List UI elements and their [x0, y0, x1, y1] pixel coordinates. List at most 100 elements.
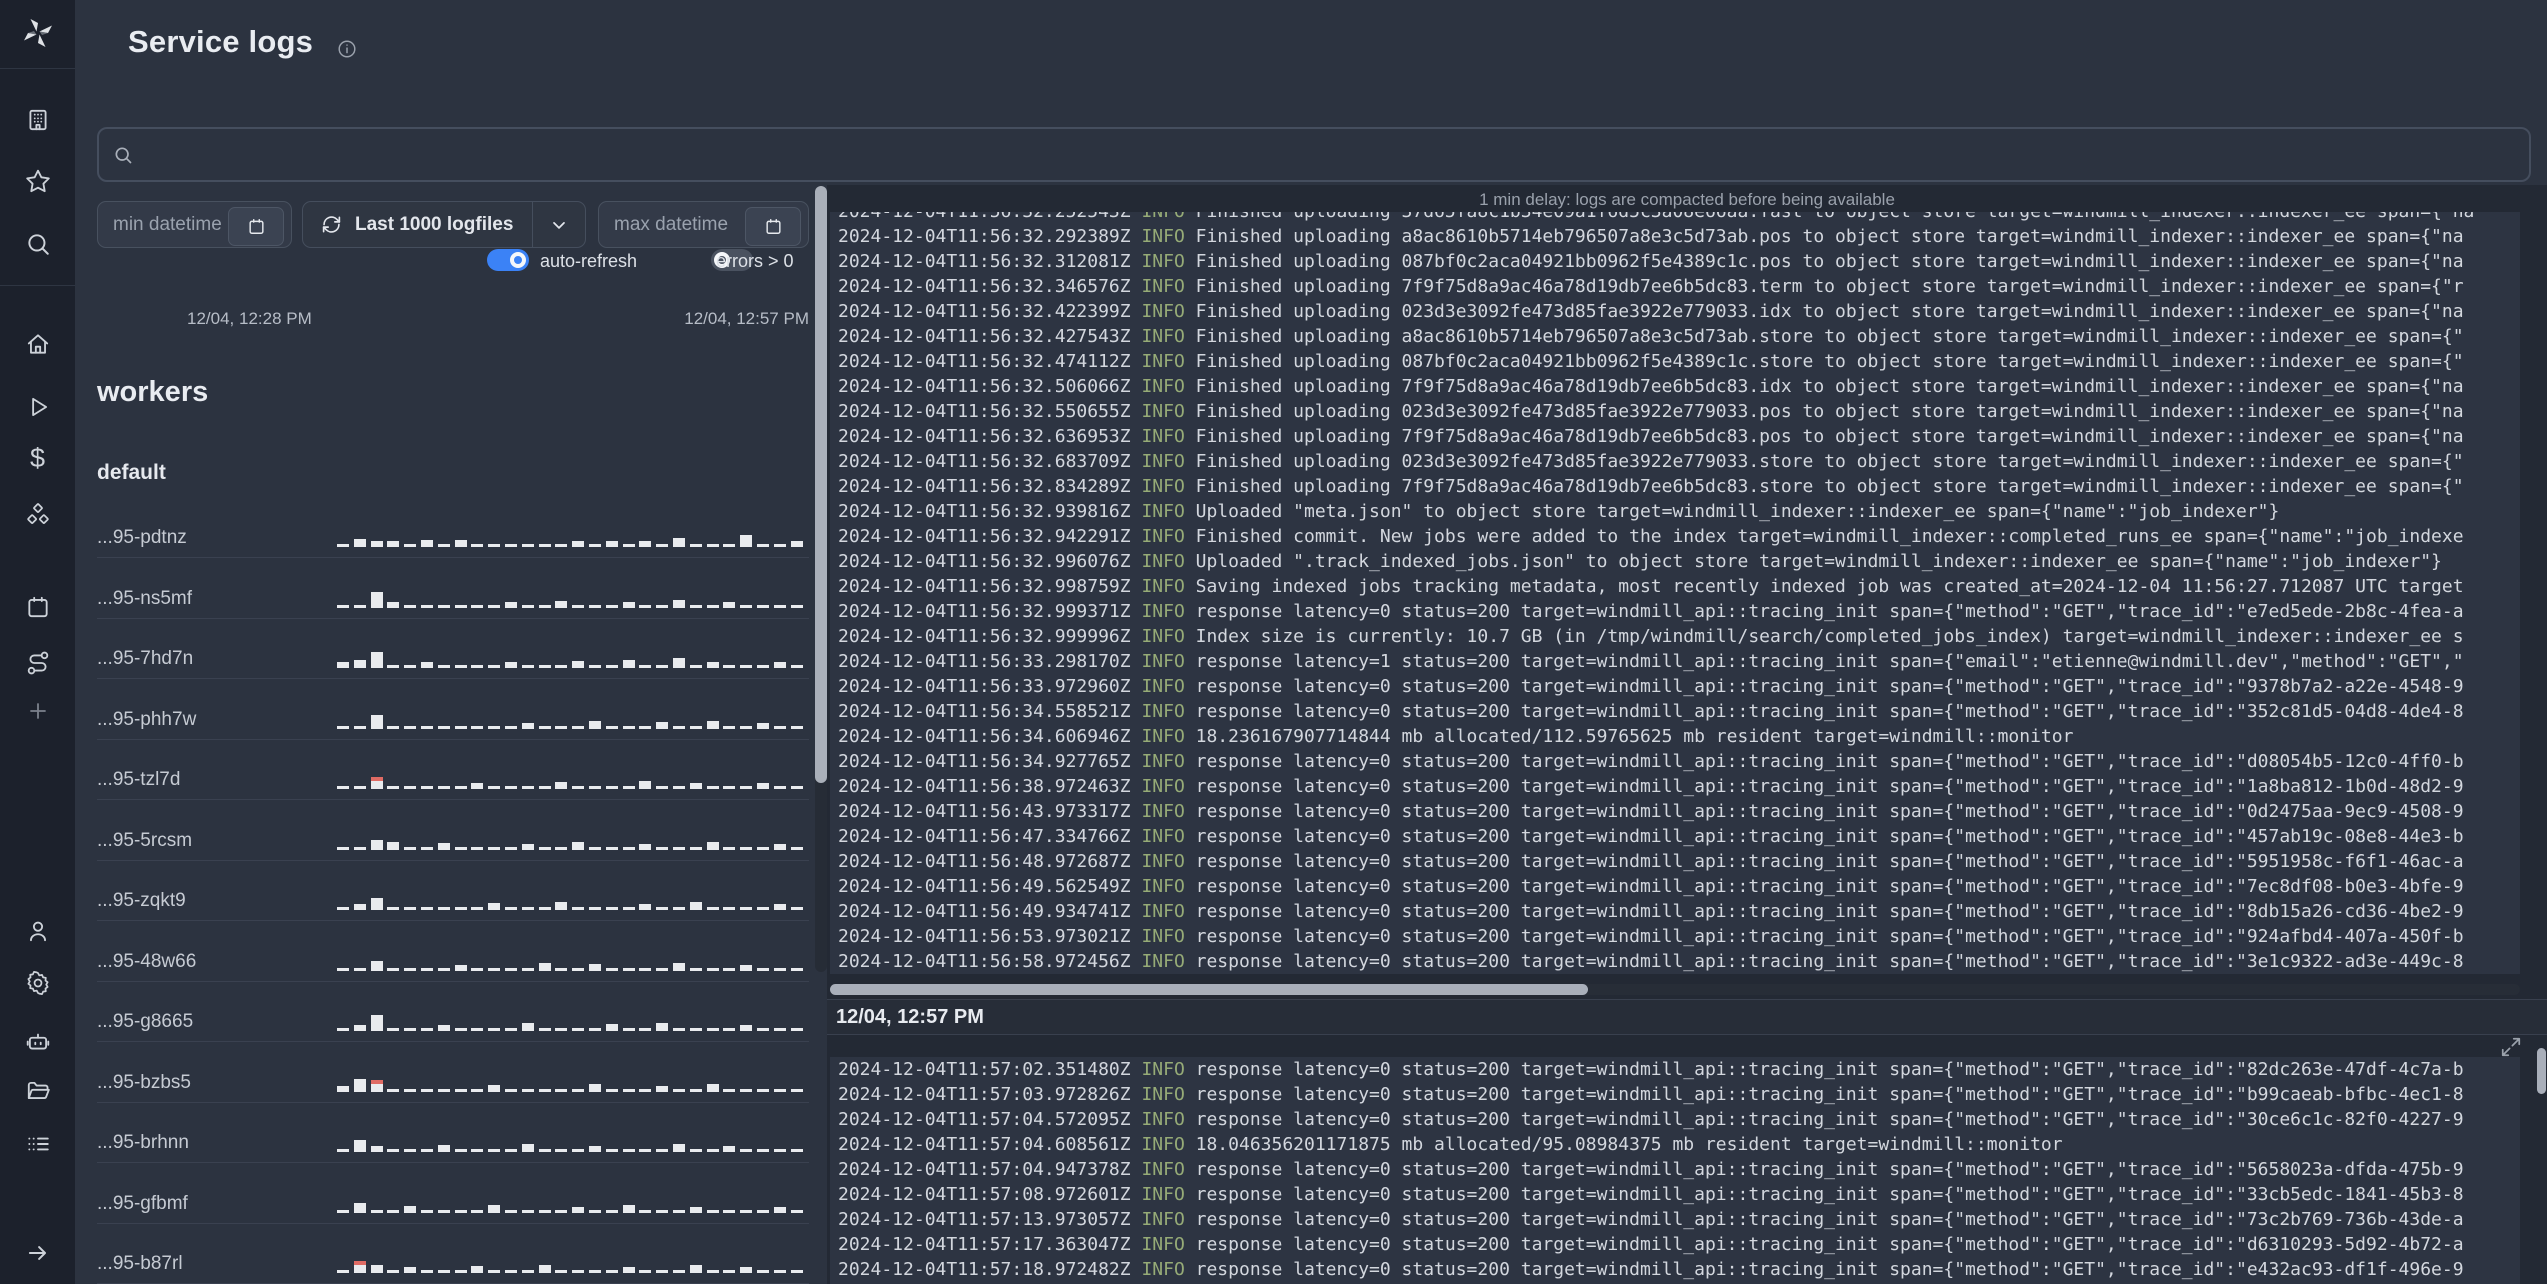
worker-name[interactable]: ...95-g8665: [97, 1012, 337, 1031]
sidebar-item-settings[interactable]: [0, 968, 75, 998]
spark-bar: [337, 786, 349, 789]
auto-refresh-toggle[interactable]: [487, 249, 529, 271]
worker-name[interactable]: ...95-gfbmf: [97, 1194, 337, 1213]
sidebar-item-workers[interactable]: [0, 1026, 75, 1056]
spark-bar: [370, 960, 383, 971]
sidebar-item-favorites[interactable]: [0, 166, 75, 196]
search-input[interactable]: [143, 142, 2515, 167]
worker-activity-sparkline: [337, 711, 803, 729]
sidebar-item-folders[interactable]: [0, 1076, 75, 1106]
spark-bar: [454, 846, 467, 850]
spark-bar: [488, 1204, 501, 1213]
spark-bar: [555, 902, 568, 910]
spark-bar: [622, 1088, 635, 1092]
worker-name[interactable]: ...95-brhnn: [97, 1133, 337, 1152]
sidebar-item-add[interactable]: [0, 696, 75, 726]
spark-bar: [773, 604, 786, 608]
expand-section-button[interactable]: [2500, 1036, 2522, 1058]
spark-bar: [353, 967, 366, 971]
spark-bar: [337, 967, 349, 971]
worker-name[interactable]: ...95-pdtnz: [97, 528, 337, 547]
sidebar-item-schedules[interactable]: [0, 592, 75, 622]
worker-name[interactable]: ...95-b87rl: [97, 1254, 337, 1273]
spark-bar: [790, 1088, 803, 1092]
sidebar-item-user[interactable]: [0, 916, 75, 946]
spark-bar: [740, 907, 753, 910]
log-divider-timestamp: 12/04, 12:57 PM: [836, 1005, 984, 1028]
spark-bar: [420, 967, 433, 971]
log-level-badge: INFO: [1141, 251, 1185, 272]
spark-bar: [404, 665, 417, 668]
spark-bar: [605, 907, 618, 910]
spark-bar: [404, 1205, 417, 1213]
windmill-logo[interactable]: [0, 14, 75, 52]
log-line: 2024-12-04T11:56:58.972456Z INFO respons…: [830, 949, 2520, 974]
log-level-badge: INFO: [1141, 776, 1185, 797]
spark-bar: [756, 1028, 769, 1031]
sidebar-item-resources[interactable]: [0, 500, 75, 530]
max-datetime-field[interactable]: max datetime: [598, 201, 809, 248]
sidebar-item-variables[interactable]: $: [0, 443, 75, 473]
spark-bar: [387, 601, 400, 608]
spark-bar: [521, 665, 534, 668]
log-section-top[interactable]: 2024-12-04T11:56:32.252543Z INFO Finishe…: [830, 212, 2520, 974]
log-line: 2024-12-04T11:56:32.550655Z INFO Finishe…: [830, 399, 2520, 424]
worker-name[interactable]: ...95-bzbs5: [97, 1073, 337, 1092]
log-section-bottom[interactable]: 2024-12-04T11:57:02.351480Z INFO respons…: [830, 1057, 2520, 1284]
log-hscrollbar-thumb[interactable]: [830, 984, 1588, 995]
max-datetime-calendar-button[interactable]: [745, 207, 801, 246]
sidebar-item-triggers[interactable]: [0, 648, 75, 678]
log-line: 2024-12-04T11:56:32.474112Z INFO Finishe…: [830, 349, 2520, 374]
worker-name[interactable]: ...95-48w66: [97, 952, 337, 971]
spark-bar: [404, 604, 417, 608]
log-message: response latency=0 status=200 target=win…: [1184, 1234, 2464, 1255]
sidebar-item-workspace[interactable]: [0, 105, 75, 135]
sidebar-item-home[interactable]: [0, 329, 75, 359]
worker-name[interactable]: ...95-5rcsm: [97, 831, 337, 850]
spark-bar: [504, 846, 517, 850]
spark-bar: [639, 904, 652, 910]
spark-bar: [723, 665, 736, 668]
spark-bar: [353, 539, 366, 547]
worker-name[interactable]: ...95-phh7w: [97, 710, 337, 729]
worker-name[interactable]: ...95-ns5mf: [97, 589, 337, 608]
worker-name[interactable]: ...95-7hd7n: [97, 649, 337, 668]
sidebar-item-search[interactable]: [0, 229, 75, 259]
spark-bar: [689, 846, 702, 850]
spark-bar: [656, 1209, 669, 1213]
spark-bar: [555, 600, 568, 608]
left-pane-scrollbar-thumb[interactable]: [815, 186, 827, 783]
spark-bar: [773, 1149, 786, 1152]
sidebar-item-runs[interactable]: [0, 392, 75, 422]
spark-bar: [723, 725, 736, 729]
worker-name[interactable]: ...95-zqkt9: [97, 891, 337, 910]
spark-bar: [773, 967, 786, 971]
log-vscrollbar-thumb[interactable]: [2537, 1048, 2546, 1094]
sidebar-item-expand[interactable]: [0, 1238, 75, 1268]
spark-bar: [404, 846, 417, 850]
log-line: 2024-12-04T11:56:32.683709Z INFO Finishe…: [830, 449, 2520, 474]
spark-bar: [555, 782, 568, 789]
log-timestamp: 2024-12-04T11:56:32.422399Z: [838, 301, 1142, 322]
spark-bar: [420, 1088, 433, 1092]
spark-bar: [555, 967, 568, 971]
min-datetime-calendar-button[interactable]: [228, 207, 284, 246]
min-datetime-field[interactable]: min datetime: [97, 201, 292, 248]
spark-bar: [353, 725, 366, 729]
spark-bar: [672, 1088, 685, 1092]
log-line: 2024-12-04T11:57:17.363047Z INFO respons…: [830, 1232, 2520, 1257]
log-message: response latency=0 status=200 target=win…: [1184, 1159, 2464, 1180]
logfiles-dropdown-button[interactable]: [532, 202, 585, 247]
sidebar-item-logs[interactable]: [0, 1129, 75, 1159]
spark-bar: [622, 846, 635, 850]
logfiles-refresh-button[interactable]: Last 1000 logfiles: [303, 202, 532, 247]
spark-bar: [471, 1266, 484, 1273]
spark-bar: [656, 907, 669, 910]
spark-bar: [353, 1078, 366, 1092]
spark-bar: [740, 846, 753, 850]
info-icon[interactable]: [336, 38, 358, 60]
spark-bar: [404, 907, 417, 910]
worker-name[interactable]: ...95-tzl7d: [97, 770, 337, 789]
spark-bar: [689, 967, 702, 971]
log-level-badge: INFO: [1141, 451, 1185, 472]
